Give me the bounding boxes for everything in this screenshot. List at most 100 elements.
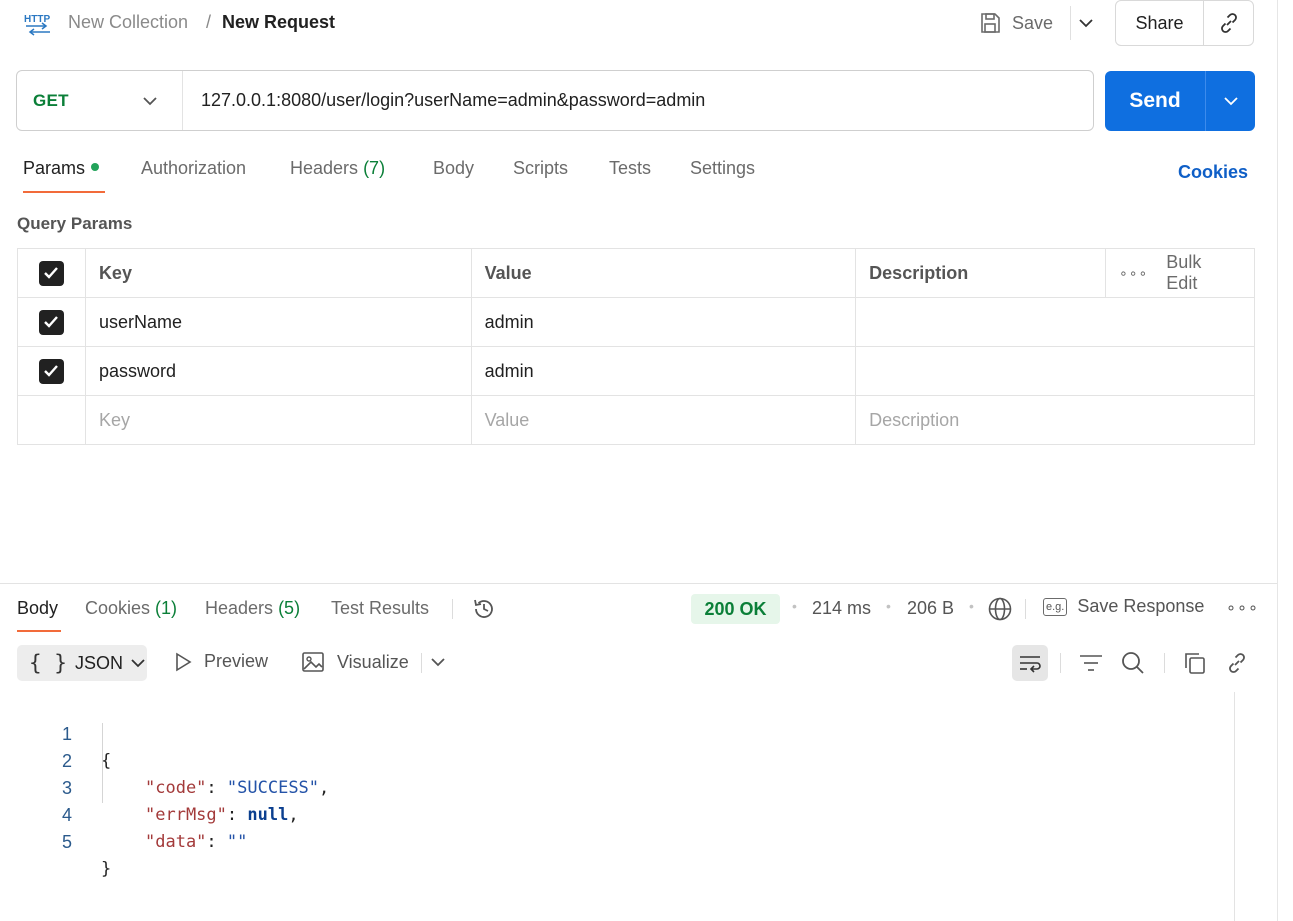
format-label: JSON	[74, 652, 123, 673]
param-description[interactable]	[855, 346, 1255, 396]
save-label: Save	[1012, 12, 1054, 33]
response-tab-headers[interactable]: Headers (5)	[205, 598, 300, 619]
param-value[interactable]: admin	[470, 297, 857, 347]
tab-params-label: Params	[23, 158, 86, 178]
response-time[interactable]: 214 ms	[812, 598, 871, 619]
visualize-options-button[interactable]	[430, 652, 446, 677]
response-tab-body[interactable]: Body	[17, 598, 58, 619]
param-description[interactable]	[855, 297, 1255, 347]
save-button[interactable]: Save	[978, 6, 1068, 40]
wrap-lines-button[interactable]	[1012, 645, 1048, 681]
tab-params[interactable]: Params	[23, 158, 100, 179]
chevron-down-icon	[1078, 19, 1093, 28]
new-key-input[interactable]: Key	[84, 395, 472, 445]
format-select[interactable]: { } JSON	[17, 645, 147, 681]
divider	[452, 599, 453, 619]
meta-separator: •	[886, 598, 891, 614]
chevron-down-icon	[131, 658, 145, 667]
method-select[interactable]: GET	[17, 71, 183, 130]
new-value-input[interactable]: Value	[470, 395, 857, 445]
url-input[interactable]	[183, 71, 1093, 130]
line-number: 2	[61, 751, 72, 771]
column-header-key: Key	[84, 248, 472, 298]
response-tab-test-results[interactable]: Test Results	[331, 598, 429, 619]
json-key: "errMsg"	[145, 805, 227, 825]
response-size[interactable]: 206 B	[907, 598, 954, 619]
params-active-dot	[91, 163, 100, 172]
new-description-input[interactable]: Description	[855, 395, 1255, 445]
http-icon: HTTP	[24, 10, 52, 36]
divider	[1164, 653, 1165, 673]
breadcrumb-separator: /	[206, 12, 212, 32]
json-value: ""	[226, 832, 248, 852]
response-tab-cookies[interactable]: Cookies (1)	[85, 598, 177, 619]
active-response-tab-indicator	[17, 630, 61, 632]
response-tab-headers-count: (5)	[278, 598, 301, 618]
line-number: 3	[61, 778, 72, 798]
example-icon: e.g.	[1043, 597, 1068, 616]
svg-text:HTTP: HTTP	[24, 14, 50, 25]
preview-button[interactable]: Preview	[174, 651, 268, 672]
status-badge[interactable]: 200 OK	[691, 594, 780, 624]
save-options-button[interactable]	[1070, 6, 1100, 40]
code-line: 2 "code": "SUCCESS",	[0, 721, 329, 798]
visualize-label: Visualize	[337, 651, 409, 672]
table-row-empty: Key Value Description	[17, 395, 1255, 445]
send-button[interactable]: Send	[1105, 71, 1205, 131]
preview-label: Preview	[204, 651, 269, 671]
tab-tests[interactable]: Tests	[609, 158, 651, 179]
check-icon	[44, 365, 59, 377]
response-splitter[interactable]	[0, 583, 1277, 584]
more-options-icon[interactable]: ∘∘∘	[1119, 265, 1148, 282]
link-icon[interactable]	[1224, 651, 1250, 680]
tab-headers-count: (7)	[363, 158, 386, 178]
tab-authorization[interactable]: Authorization	[141, 158, 246, 179]
share-button[interactable]: Share	[1116, 1, 1204, 45]
json-value: null	[247, 805, 289, 825]
send-options-button[interactable]	[1205, 71, 1255, 131]
send-group: Send	[1105, 71, 1255, 131]
meta-separator: •	[792, 598, 797, 614]
indent-guide	[102, 723, 103, 803]
more-options-icon[interactable]: ∘∘∘	[1226, 598, 1259, 618]
param-value[interactable]: admin	[470, 346, 857, 396]
json-close-brace: }	[101, 859, 112, 879]
check-icon	[44, 316, 59, 328]
search-icon[interactable]	[1120, 651, 1146, 680]
filter-icon[interactable]	[1078, 651, 1104, 680]
column-header-description: Description	[855, 248, 1106, 298]
copy-icon[interactable]	[1182, 651, 1208, 680]
line-number: 4	[61, 805, 72, 825]
query-params-title: Query Params	[17, 214, 133, 233]
save-response-button[interactable]: e.g. Save Response	[1043, 596, 1204, 617]
breadcrumb-collection[interactable]: New Collection	[68, 12, 188, 33]
scrollbar-track[interactable]	[1234, 692, 1235, 921]
tab-scripts[interactable]: Scripts	[513, 158, 568, 179]
code-line: 1 {	[0, 694, 111, 771]
copy-link-button[interactable]	[1204, 1, 1253, 45]
bulk-edit-button[interactable]: Bulk Edit	[1166, 252, 1235, 294]
wrap-icon	[1020, 656, 1041, 673]
param-key[interactable]: userName	[84, 297, 472, 347]
globe-icon[interactable]	[987, 596, 1013, 627]
visualize-button[interactable]: Visualize	[301, 651, 409, 673]
response-tab-headers-label: Headers	[205, 598, 274, 618]
row-checkbox[interactable]	[38, 358, 64, 384]
panel-right-border	[1277, 0, 1278, 921]
row-checkbox[interactable]	[38, 309, 64, 335]
tab-headers[interactable]: Headers (7)	[290, 158, 385, 179]
check-icon	[44, 267, 59, 279]
code-line: 5 }	[0, 802, 111, 879]
divider	[421, 653, 422, 673]
chevron-down-icon	[1223, 97, 1238, 106]
tab-settings[interactable]: Settings	[690, 158, 755, 179]
cookies-link[interactable]: Cookies	[1178, 162, 1248, 183]
history-icon[interactable]	[471, 596, 497, 627]
param-key[interactable]: password	[84, 346, 472, 396]
braces-icon: { }	[29, 651, 67, 675]
request-title[interactable]: New Request	[222, 12, 335, 33]
select-all-checkbox[interactable]	[38, 260, 64, 286]
table-row: userName admin	[17, 297, 1255, 347]
table-row: password admin	[17, 346, 1255, 396]
tab-body[interactable]: Body	[433, 158, 474, 179]
